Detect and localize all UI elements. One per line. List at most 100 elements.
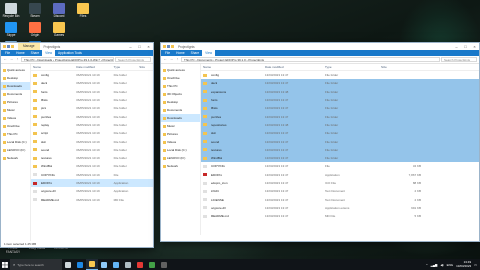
file-row[interactable]: COPYING 06/05/2021 10:19 File	[31, 171, 153, 179]
desktop-icon[interactable]: Files	[72, 3, 94, 19]
column-header[interactable]: Size	[379, 65, 423, 69]
file-row[interactable]: ocgcore.dll 13/03/2023 13:47 Application e…	[201, 204, 479, 212]
taskbar-steam-button[interactable]	[122, 259, 134, 270]
desktop-icon[interactable]: Origin	[24, 22, 46, 38]
file-row[interactable]: LICENSE 13/03/2023 13:47 Text Document 2 KB	[201, 195, 479, 203]
maximize-button[interactable]: □	[461, 43, 470, 50]
file-row[interactable]: ocgcore.dll 06/05/2021 10:19 Application	[31, 187, 153, 195]
minimize-button[interactable]: –	[452, 43, 461, 50]
up-arrow-icon[interactable]: ↑	[15, 57, 20, 62]
nav-item[interactable]: Videos	[1, 114, 30, 122]
file-row[interactable]: lflists 06/05/2021 10:19 File folder	[31, 96, 153, 104]
chevron-up-icon[interactable]: ^	[426, 263, 427, 267]
file-row[interactable]: deck 13/03/2023 13:47 File folder	[201, 79, 479, 88]
file-row[interactable]: README.md 13/03/2023 13:47 MD File 5 KB	[201, 212, 479, 220]
quick-access-toolbar[interactable]	[161, 45, 174, 48]
maximize-button[interactable]: □	[135, 43, 144, 50]
taskbar-mail-button[interactable]	[110, 259, 122, 270]
desktop-icon[interactable]: Steam	[24, 3, 46, 19]
file-row[interactable]: pics 06/05/2021 10:19 File folder	[31, 104, 153, 112]
column-header[interactable]: Date modified	[263, 65, 323, 69]
nav-item[interactable]: OneDrive	[161, 74, 200, 82]
ribbon-tab[interactable]: View	[42, 50, 56, 56]
file-row[interactable]: fonts 13/03/2023 13:47 File folder	[201, 95, 479, 105]
file-row[interactable]: fonts 06/05/2021 10:19 File folder	[31, 88, 153, 96]
column-header[interactable]: Name	[201, 65, 263, 69]
language-indicator[interactable]: ENG	[447, 263, 454, 267]
nav-item[interactable]: LENOVO (D:)	[1, 146, 30, 154]
ribbon-tab[interactable]: View	[202, 50, 216, 56]
file-row[interactable]: expansions 13/03/2023 13:48 File folder	[201, 87, 479, 96]
file-row[interactable]: textures 13/03/2023 13:47 File folder	[201, 145, 479, 154]
nav-item[interactable]: Pictures	[1, 98, 30, 106]
nav-item[interactable]: Music	[1, 106, 30, 114]
new-folder-icon[interactable]	[171, 45, 174, 48]
ribbon-tab[interactable]: Application Tools	[55, 50, 85, 56]
nav-item[interactable]: Quick access	[1, 66, 30, 74]
file-row[interactable]: repositories 13/03/2023 13:48 File folder	[201, 120, 479, 130]
forward-arrow-icon[interactable]: →	[9, 57, 14, 62]
properties-icon[interactable]	[167, 45, 170, 48]
properties-icon[interactable]	[7, 45, 10, 48]
file-row[interactable]: script 06/05/2021 10:19 File folder	[31, 129, 153, 137]
ribbon-tab[interactable]: Share	[188, 50, 203, 56]
search-input[interactable]: Search ProjectIgnis	[115, 57, 151, 62]
file-row[interactable]: config 13/03/2023 13:47 File folder	[201, 71, 479, 79]
forward-arrow-icon[interactable]: →	[169, 57, 174, 62]
address-bar[interactable]: This PC › Documents › Project EDOPro 39.…	[181, 57, 440, 62]
desktop-icon[interactable]: Skype	[0, 22, 22, 38]
nav-item[interactable]: LENOVO (D:)	[161, 154, 200, 162]
nav-item[interactable]: This PC	[1, 130, 30, 138]
title-bar[interactable]: ProjectIgnis – □ ×	[161, 43, 479, 50]
file-row[interactable]: skin 13/03/2023 13:47 File folder	[201, 129, 479, 138]
ribbon-tab[interactable]: Home	[13, 50, 28, 56]
file-row[interactable]: skin 06/05/2021 10:19 File folder	[31, 137, 153, 145]
nav-item[interactable]: Videos	[161, 138, 200, 146]
taskbar-file-explorer-button[interactable]	[86, 259, 98, 270]
file-row[interactable]: sound 13/03/2023 13:47 File folder	[201, 137, 479, 146]
file-row[interactable]: COPYING 13/03/2023 13:47 File 34 KB	[201, 162, 479, 170]
new-folder-icon[interactable]	[11, 45, 14, 48]
manage-tool-tab[interactable]: Manage	[18, 43, 40, 50]
nav-item[interactable]: Network	[161, 162, 200, 170]
nav-item[interactable]: Local Disk (C:)	[161, 146, 200, 154]
nav-item[interactable]: Quick access	[161, 66, 200, 74]
file-row[interactable]: irrlicht 13/03/2023 13:47 Text Document 2 K…	[201, 187, 479, 195]
nav-item[interactable]: Desktop	[161, 98, 200, 106]
desktop-icon[interactable]: Games	[48, 22, 70, 38]
close-button[interactable]: ×	[144, 43, 153, 50]
column-header[interactable]: Size	[137, 65, 153, 69]
file-row[interactable]: WindBot 13/03/2023 13:47 File folder	[201, 153, 479, 163]
file-row[interactable]: puzzles 13/03/2023 13:47 File folder	[201, 112, 479, 121]
nav-item[interactable]: Pictures	[161, 130, 200, 138]
nav-item[interactable]: Documents	[1, 90, 30, 98]
start-button[interactable]	[0, 259, 10, 270]
column-header[interactable]: Date modified	[74, 65, 111, 69]
file-row[interactable]: EDOPro 06/05/2021 10:19 Application	[31, 178, 153, 188]
close-button[interactable]: ×	[470, 43, 479, 50]
address-bar[interactable]: This PC › Downloads › ProjectIgnis-EDOPr…	[21, 57, 114, 62]
file-row[interactable]: EDOPro 13/03/2023 13:47 Application 7,867 K…	[201, 171, 479, 179]
file-row[interactable]: config 06/05/2021 10:19 File folder	[31, 71, 153, 79]
ribbon-tab[interactable]: Home	[173, 50, 188, 56]
taskbar-edge-button[interactable]	[74, 259, 86, 270]
file-row[interactable]: replay 06/05/2021 10:19 File folder	[31, 121, 153, 129]
desktop-icon[interactable]: Discord	[48, 3, 70, 19]
clock[interactable]: 13:49 13/03/2023	[456, 260, 471, 268]
back-arrow-icon[interactable]: ←	[3, 57, 8, 62]
taskbar-edopro-button[interactable]	[134, 259, 146, 270]
taskbar-store-button[interactable]	[98, 259, 110, 270]
nav-item[interactable]: Network	[1, 154, 30, 162]
column-header[interactable]: Name	[31, 65, 74, 69]
file-row[interactable]: sound 06/05/2021 10:19 File folder	[31, 146, 153, 154]
minimize-button[interactable]: –	[126, 43, 135, 50]
file-row[interactable]: puzzles 06/05/2021 10:19 File folder	[31, 112, 153, 120]
column-header[interactable]: Type	[323, 65, 379, 69]
file-row[interactable]: deck 06/05/2021 10:19 File folder	[31, 79, 153, 87]
nav-item[interactable]: Music	[161, 122, 200, 130]
ribbon-tab[interactable]: File	[162, 50, 173, 56]
taskbar-obs-button[interactable]	[158, 259, 170, 270]
explorer-window-right[interactable]: ProjectIgnis – □ × File Home Share View ← →…	[160, 42, 480, 242]
nav-item[interactable]: Desktop	[1, 74, 30, 82]
notifications-icon[interactable]: ▭	[474, 263, 477, 267]
